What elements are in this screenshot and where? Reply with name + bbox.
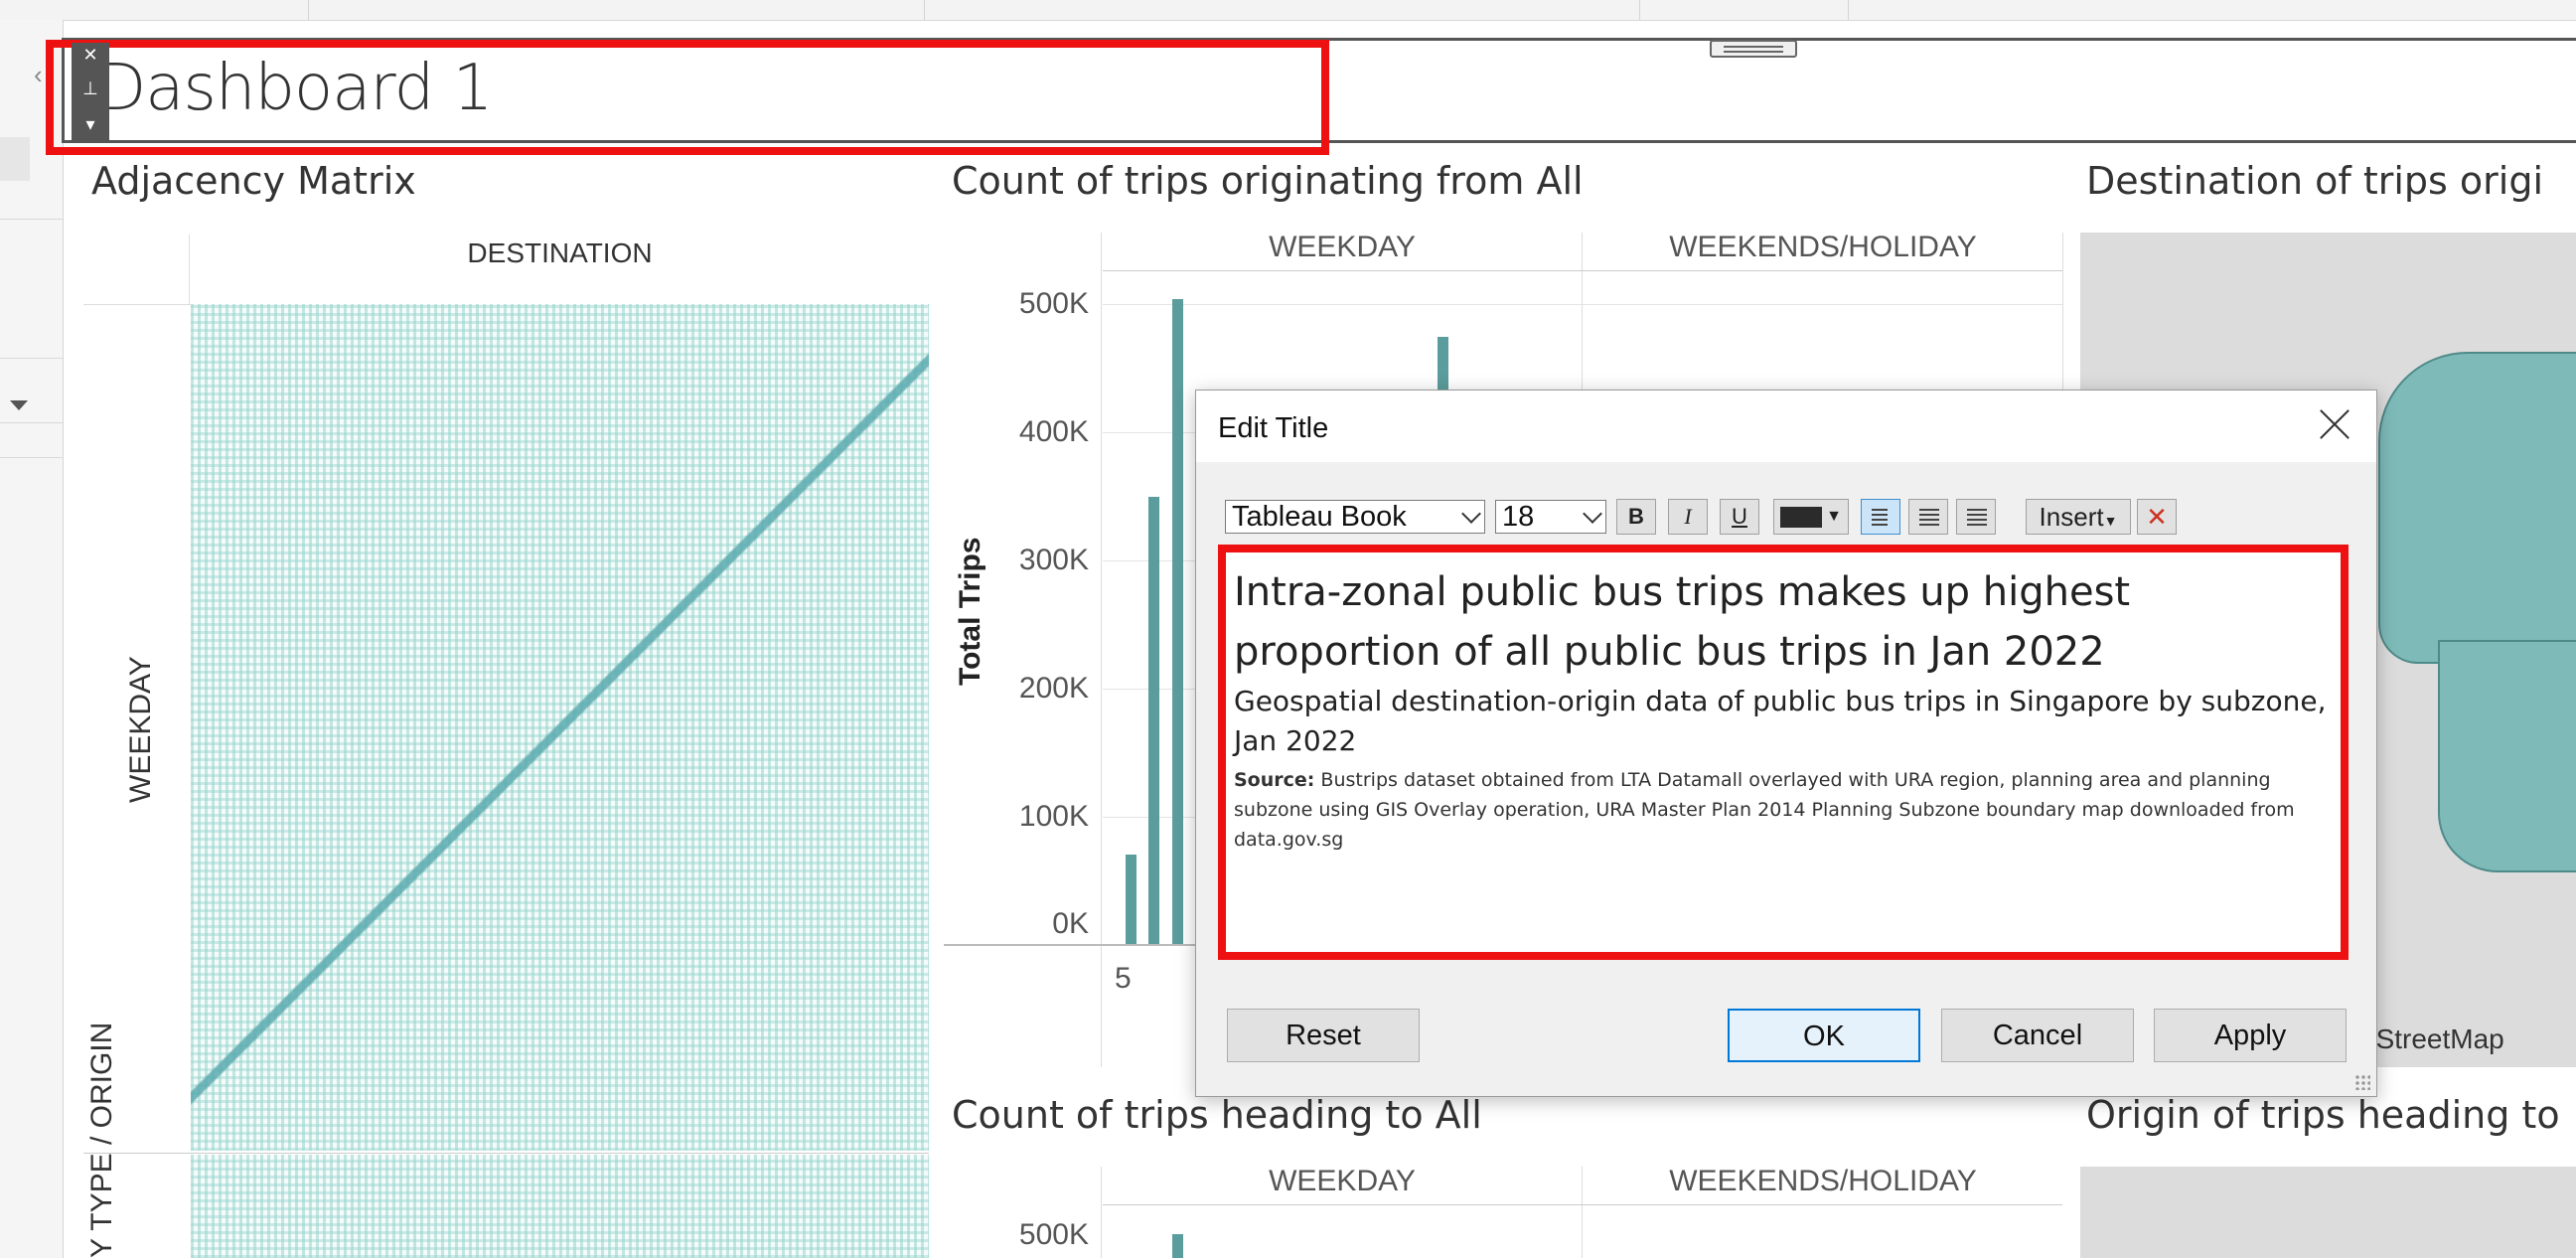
header-divider [1103, 1204, 2062, 1205]
toolbar-segment [0, 0, 309, 20]
cancel-button[interactable]: Cancel [1941, 1009, 2134, 1062]
header-divider [1103, 270, 2062, 271]
chevron-down-icon: ▼ [2103, 513, 2118, 529]
dialog-titlebar[interactable]: Edit Title [1196, 391, 2376, 462]
source-label: Source: [1234, 769, 1315, 791]
insert-dropdown-button[interactable]: Insert▼ [2026, 499, 2131, 535]
toolbar-segment [1639, 0, 1849, 20]
chart-axis-line [1101, 233, 1102, 1067]
rail-divider [0, 457, 63, 458]
align-center-icon [1919, 509, 1939, 526]
chevron-down-icon: ▼ [1826, 508, 1842, 525]
y-tick-label: 300K [1018, 544, 1089, 576]
italic-button[interactable]: I [1668, 499, 1708, 535]
source-text: Bustrips dataset obtained from LTA Datam… [1234, 769, 2295, 851]
rail-divider [0, 422, 63, 423]
day-type-origin-row-label: Y TYPE / ORIGIN [85, 1022, 118, 1258]
align-right-button[interactable] [1956, 499, 1996, 535]
editor-headline: Intra-zonal public bus trips makes up hi… [1234, 569, 2131, 675]
adjacency-matrix-weekend[interactable] [191, 1155, 929, 1258]
x-tick-label: 5 [1115, 962, 1132, 995]
editor-subtitle: Geospatial destination-origin data of pu… [1234, 685, 2327, 757]
map-attribution[interactable]: nStreetMap [2360, 1023, 2504, 1055]
reset-button[interactable]: Reset [1227, 1009, 1420, 1062]
bold-button[interactable]: B [1616, 499, 1656, 535]
underline-button[interactable]: U [1720, 499, 1759, 535]
bar[interactable] [1126, 855, 1136, 944]
chevron-down-icon [1461, 504, 1481, 524]
title-text-editor[interactable]: Intra-zonal public bus trips makes up hi… [1218, 545, 2349, 960]
rail-selected-block[interactable] [0, 137, 30, 181]
origin-map-title: Origin of trips heading to [2086, 1093, 2560, 1137]
y-tick-label: 500K [1018, 1218, 1089, 1251]
y-tick-label: 200K [1018, 672, 1089, 705]
more-options-icon[interactable]: ▾ [72, 114, 109, 134]
heading-chart-title: Count of trips heading to All [952, 1093, 1482, 1137]
title-object-toolbar: ✕ ⊥ ▾ [72, 43, 109, 143]
apply-button[interactable]: Apply [2154, 1009, 2347, 1062]
origin-chart-title: Count of trips originating from All [952, 159, 1584, 203]
matrix-section-divider [83, 1153, 929, 1154]
toolbar-segment [924, 0, 1640, 20]
font-size-select[interactable]: 18 [1495, 500, 1606, 534]
font-color-button[interactable]: ▼ [1773, 499, 1849, 535]
align-center-button[interactable] [1908, 499, 1948, 535]
chevron-down-icon [1583, 504, 1602, 524]
chart-axis-line [1101, 1167, 1102, 1258]
weekend-column-header: WEEKENDS/HOLIDAY [1669, 1165, 1977, 1197]
matrix-column-header: DESTINATION [189, 235, 930, 305]
subzone-region[interactable] [2438, 640, 2576, 872]
rail-divider [0, 219, 63, 220]
font-family-select[interactable]: Tableau Book [1225, 500, 1485, 534]
color-swatch [1780, 507, 1822, 528]
weekend-column-header: WEEKENDS/HOLIDAY [1669, 231, 1977, 263]
editor-source-line: Source: Bustrips dataset obtained from L… [1234, 765, 2341, 855]
top-toolbar-strip [0, 0, 2576, 21]
close-icon[interactable]: ✕ [72, 45, 109, 65]
weekday-row-label: WEEKDAY [124, 656, 157, 803]
drag-handle-icon[interactable] [1710, 40, 1797, 58]
destination-header-label: DESTINATION [467, 237, 653, 268]
y-axis-label: Total Trips [954, 537, 986, 686]
bar[interactable] [1148, 497, 1159, 944]
ok-button[interactable]: OK [1728, 1009, 1920, 1062]
align-left-button[interactable] [1861, 499, 1900, 535]
align-left-icon [1872, 509, 1888, 526]
collapse-panel-icon[interactable]: ‹ [34, 60, 43, 90]
insert-label: Insert [2039, 502, 2104, 532]
rail-divider [0, 358, 63, 359]
gridline [1103, 304, 2062, 305]
close-icon[interactable] [2315, 404, 2354, 444]
panel-divider [1582, 1167, 1583, 1258]
font-size-value: 18 [1502, 501, 1535, 533]
edit-title-dialog: Edit Title Tableau Book 18 B I U ▼ Inser… [1195, 390, 2377, 1097]
origin-map[interactable] [2080, 1167, 2576, 1258]
left-workspace-rail: ‹ [0, 20, 64, 1258]
destination-map-title: Destination of trips origi [2086, 159, 2544, 203]
resize-grip-icon[interactable] [2354, 1074, 2370, 1090]
y-tick-label: 0K [1052, 907, 1089, 940]
title-highlight-box [46, 40, 1329, 155]
bar[interactable] [1172, 299, 1183, 944]
clear-formatting-icon[interactable]: ✕ [2137, 499, 2177, 535]
y-tick-label: 500K [1018, 287, 1089, 320]
y-tick-label: 100K [1018, 800, 1089, 833]
subzone-region[interactable] [2378, 352, 2576, 664]
adjacency-matrix-title: Adjacency Matrix [91, 159, 416, 203]
dropdown-caret-icon[interactable] [10, 400, 28, 410]
pin-icon[interactable]: ⊥ [72, 79, 109, 98]
weekday-column-header: WEEKDAY [1269, 1165, 1416, 1197]
toolbar-segment [308, 0, 925, 20]
weekday-column-header: WEEKDAY [1269, 231, 1416, 263]
adjacency-matrix-weekday[interactable] [191, 304, 929, 1151]
y-tick-label: 400K [1018, 415, 1089, 448]
align-right-icon [1967, 509, 1987, 526]
font-family-value: Tableau Book [1232, 501, 1407, 533]
dialog-title: Edit Title [1218, 412, 1329, 444]
bar[interactable] [1172, 1234, 1183, 1258]
